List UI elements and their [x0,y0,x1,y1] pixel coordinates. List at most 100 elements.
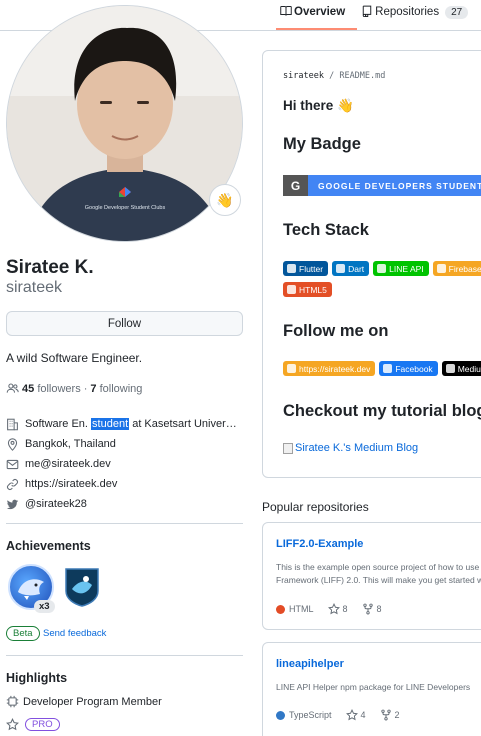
repo-forks-count: 8 [376,604,382,614]
highlight-developer-program: Developer Program Member [6,695,162,708]
repo-description: LINE API Helper npm package for LINE Dev… [276,681,470,694]
selected-text: student [91,418,130,430]
repositories-count: 27 [445,5,469,19]
following-count: 7 [90,382,97,395]
star-icon [6,718,19,731]
fork-icon [380,709,391,721]
profile-bio: A wild Software Engineer. [6,351,143,365]
tab-repositories[interactable]: Repositories 27 [357,0,474,24]
location-detail: Bangkok, Thailand [6,434,243,454]
avatar[interactable]: Google Developer Student Clubs [6,5,243,242]
email-link[interactable]: me@sirateek.dev [25,458,111,470]
flutter-badge[interactable]: Flutter [283,261,329,276]
medium-badge[interactable]: Medium [441,361,481,376]
cpu-icon [6,695,19,708]
dart-icon [336,264,346,273]
highlight-label[interactable]: Developer Program Member [23,696,162,708]
pro-badge: PRO [25,718,60,731]
readme-path: sirateek / README.md [283,71,385,81]
repo-forks[interactable]: 2 [380,709,400,721]
company-prefix: Software En. [25,418,88,430]
fork-icon [362,603,373,615]
followers-label: followers [37,382,81,395]
mail-icon [6,459,19,469]
repo-forks[interactable]: 8 [362,603,382,615]
organization-icon [7,418,18,430]
website-link[interactable]: https://sirateek.dev [25,478,117,490]
gdsc-badge[interactable]: G GOOGLE DEVELOPERS STUDENT CLUBS [283,175,481,196]
repo-description: This is the example open source project … [276,561,481,587]
twitter-detail: @sirateek28 [6,494,243,514]
repo-stars[interactable]: 8 [327,603,348,615]
tab-overview[interactable]: Overview [276,0,351,24]
flutter-icon [287,264,296,273]
svg-text:Google Developer Student Clubs: Google Developer Student Clubs [85,205,166,211]
repo-stars-count: 8 [342,604,348,614]
status-emoji-badge[interactable]: 👋 [209,184,241,216]
firebase-badge-label: Firebase [448,263,481,274]
company-detail: Software En. student at Kasetsart Univer… [6,414,243,434]
profile-readme: sirateek / README.md Hi there 👋 My Badge… [262,50,481,478]
send-feedback-link[interactable]: Send feedback [43,628,106,639]
google-logo-icon: G [283,175,308,196]
facebook-icon [383,364,393,373]
repo-meta: HTML 8 8 [276,603,382,615]
following-label: following [99,382,143,395]
facebook-badge-label: Facebook [395,363,433,374]
repo-card: lineapihelper LINE API Helper npm packag… [262,642,481,736]
website-badge-label: https://sirateek.dev [299,363,371,374]
twitter-icon [6,499,19,509]
html5-badge-label: HTML5 [299,284,327,295]
line-icon [377,264,387,273]
profile-details: Software En. student at Kasetsart Univer… [6,414,243,514]
repo-name-link[interactable]: lineapihelper [276,658,344,670]
stats-separator: · [83,382,88,395]
followers-link[interactable]: 45 followers [22,383,81,395]
medium-blog-image[interactable]: Siratee K.'s Medium Blog [283,442,418,454]
readme-path-user[interactable]: sirateek [283,71,324,81]
tab-overview-label: Overview [294,6,346,18]
tab-repositories-label: Repositories [375,6,440,18]
followers-count: 45 [22,382,35,395]
repo-name-link[interactable]: LIFF2.0-Example [276,538,363,550]
repo-language: TypeScript [289,710,332,720]
section-divider [6,655,243,656]
follow-button[interactable]: Follow [6,311,243,336]
location-icon [7,437,18,451]
firebase-icon [436,264,446,273]
star-icon [327,603,340,615]
achievement-badge-2[interactable] [64,567,100,607]
location-text: Bangkok, Thailand [25,438,116,450]
medium-blog-alt: Siratee K.'s Medium Blog [295,442,419,454]
repo-stars-count: 4 [360,710,366,720]
tech-badges-row-1: Flutter Dart LINE API Firebase [283,261,481,276]
following-link[interactable]: 7 following [90,383,142,395]
achievements-title: Achievements [6,539,91,553]
link-icon [7,478,18,490]
line-api-badge-label: LINE API [389,263,424,274]
profile-tabs: Overview Repositories 27 [262,0,481,30]
website-detail: https://sirateek.dev [6,474,243,494]
html5-badge[interactable]: HTML5 [283,282,332,297]
dart-badge[interactable]: Dart [332,261,370,276]
beta-label: Beta [6,626,40,641]
readme-tech-heading: Tech Stack [283,221,369,239]
firebase-badge[interactable]: Firebase [432,261,481,276]
twitter-link[interactable]: @sirateek28 [25,498,87,510]
repo-stars[interactable]: 4 [345,709,366,721]
popular-repos-title: Popular repositories [262,500,369,514]
highlights-title: Highlights [6,671,68,685]
html5-icon [287,285,296,294]
company-suffix: at Kasetsart Univer… [132,418,237,430]
readme-greeting: Hi there 👋 [283,98,354,113]
line-api-badge[interactable]: LINE API [373,261,429,276]
facebook-badge[interactable]: Facebook [379,361,438,376]
readme-path-separator: / [329,71,335,81]
achievement-count-badge: x3 [34,600,55,613]
website-badge[interactable]: https://sirateek.dev [283,361,376,376]
people-icon [6,383,19,393]
repo-description-line: Framework (LIFF) 2.0. This will make you… [276,575,481,585]
avatar-image: Google Developer Student Clubs [7,6,242,241]
profile-fullname: Siratee K. [6,257,94,278]
follow-stats: 45 followers · 7 following [6,382,142,395]
